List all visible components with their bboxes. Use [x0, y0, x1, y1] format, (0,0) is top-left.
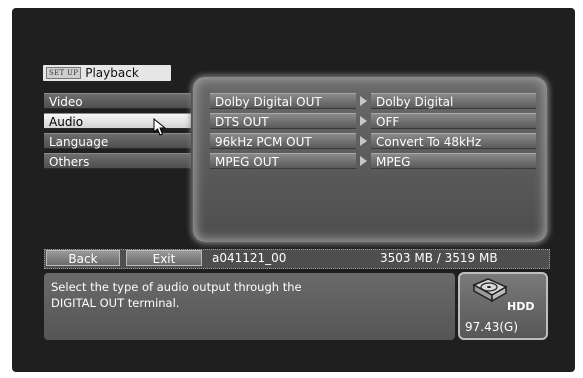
setup-badge: SET UP	[46, 67, 82, 79]
chevron-right-icon	[360, 116, 367, 126]
setting-name: 96kHz PCM OUT	[210, 133, 356, 149]
category-audio[interactable]: Audio	[44, 113, 191, 129]
setting-value[interactable]: Convert To 48kHz	[371, 133, 536, 149]
setting-name: DTS OUT	[210, 113, 356, 129]
help-text: Select the type of audio output through …	[51, 280, 302, 310]
hard-disk-icon	[468, 277, 510, 311]
back-button[interactable]: Back	[46, 250, 120, 266]
setting-row-dolby[interactable]: Dolby Digital OUT Dolby Digital	[210, 93, 540, 109]
exit-button[interactable]: Exit	[126, 250, 202, 266]
hdd-label: HDD	[507, 300, 535, 313]
chevron-right-icon	[360, 136, 367, 146]
setting-name: Dolby Digital OUT	[210, 93, 356, 109]
category-others[interactable]: Others	[44, 153, 191, 169]
page-title-text: Playback	[85, 66, 139, 80]
storage-usage: 3503 MB / 3519 MB	[380, 251, 498, 265]
setting-row-mpeg[interactable]: MPEG OUT MPEG	[210, 153, 540, 169]
chevron-right-icon	[360, 156, 367, 166]
category-language[interactable]: Language	[44, 133, 191, 149]
category-video[interactable]: Video	[44, 93, 191, 109]
setting-row-dts[interactable]: DTS OUT OFF	[210, 113, 540, 129]
setting-value[interactable]: OFF	[371, 113, 536, 129]
setting-row-pcm[interactable]: 96kHz PCM OUT Convert To 48kHz	[210, 133, 540, 149]
setting-value[interactable]: Dolby Digital	[371, 93, 536, 109]
chevron-right-icon	[360, 96, 367, 106]
page-title: SET UP Playback	[43, 65, 171, 81]
file-name: a041121_00	[212, 251, 287, 265]
setting-name: MPEG OUT	[210, 153, 356, 169]
setting-value[interactable]: MPEG	[371, 153, 536, 169]
hdd-free-space: 97.43(G)	[465, 320, 519, 334]
arrow-cursor-icon	[153, 117, 167, 140]
